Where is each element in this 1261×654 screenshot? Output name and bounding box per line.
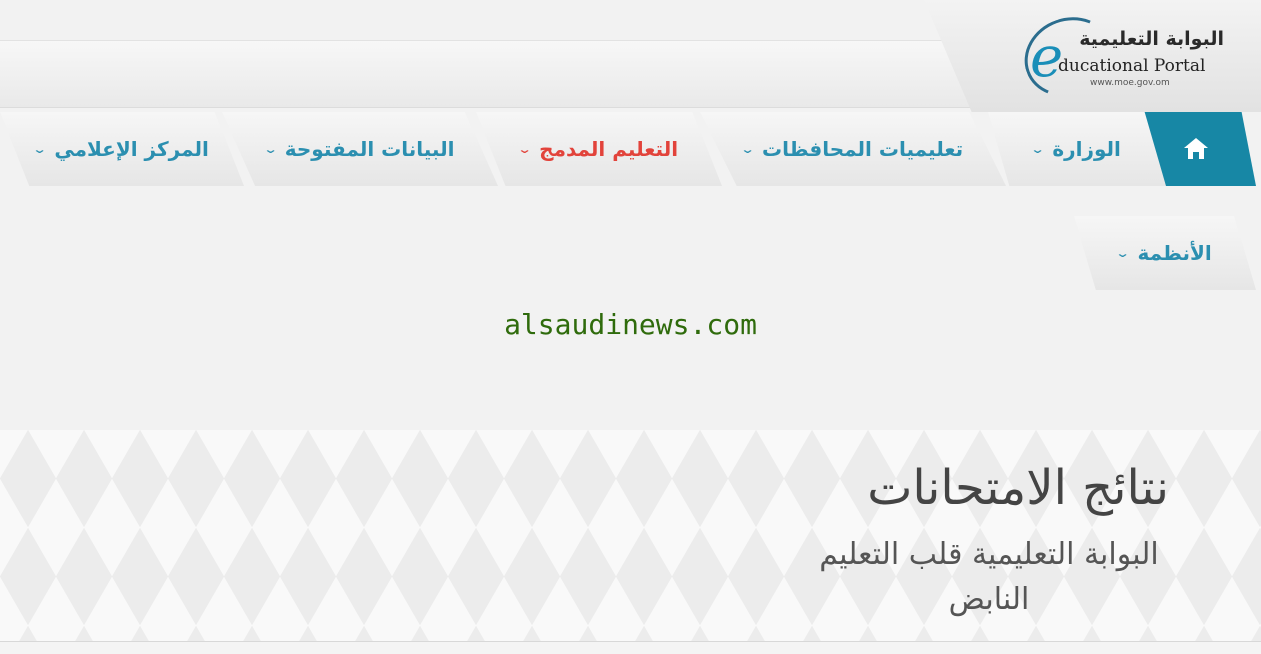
page-bottom — [0, 642, 1261, 654]
chevron-down-icon: ⌄ — [32, 142, 48, 156]
page-title: نتائج الامتحانات — [867, 460, 1169, 516]
nav-item-label: تعليميات المحافظات — [762, 137, 964, 161]
home-icon — [1184, 138, 1208, 160]
chevron-down-icon: ⌄ — [262, 142, 278, 156]
nav-item-ministry[interactable]: الوزارة ⌄ — [988, 112, 1166, 186]
nav-item-label: البيانات المفتوحة — [284, 137, 455, 161]
site-logo[interactable]: e البوابة التعليمية ducational Portal ww… — [1013, 4, 1224, 110]
nav-item-label: الوزارة — [1052, 137, 1121, 161]
logo-url-text: www.moe.gov.om — [1090, 78, 1170, 88]
page-subtitle: البوابة التعليمية قلب التعليم النابض — [819, 537, 1159, 617]
logo-arabic-text: البوابة التعليمية — [1079, 28, 1224, 50]
chevron-down-icon: ⌄ — [517, 142, 532, 156]
nav-item-governorates[interactable]: تعليميات المحافظات ⌄ — [700, 112, 1006, 186]
nav-item-label: الأنظمة — [1137, 241, 1212, 265]
nav-item-media-center[interactable]: المركز الإعلامي ⌄ — [0, 112, 244, 186]
nav-item-label: التعليم المدمج — [539, 137, 679, 161]
nav-item-systems[interactable]: الأنظمة ⌄ — [1074, 216, 1256, 290]
chevron-down-icon: ⌄ — [1115, 246, 1131, 260]
chevron-down-icon: ⌄ — [740, 142, 755, 156]
nav-item-open-data[interactable]: البيانات المفتوحة ⌄ — [222, 112, 498, 186]
logo-english-text: ducational Portal — [1058, 56, 1206, 76]
nav-item-label: المركز الإعلامي — [54, 137, 209, 161]
nav-item-blended-learning[interactable]: التعليم المدمج ⌄ — [476, 112, 722, 186]
chevron-down-icon: ⌄ — [1030, 142, 1046, 156]
watermark-url: alsaudinews.com — [504, 308, 757, 341]
